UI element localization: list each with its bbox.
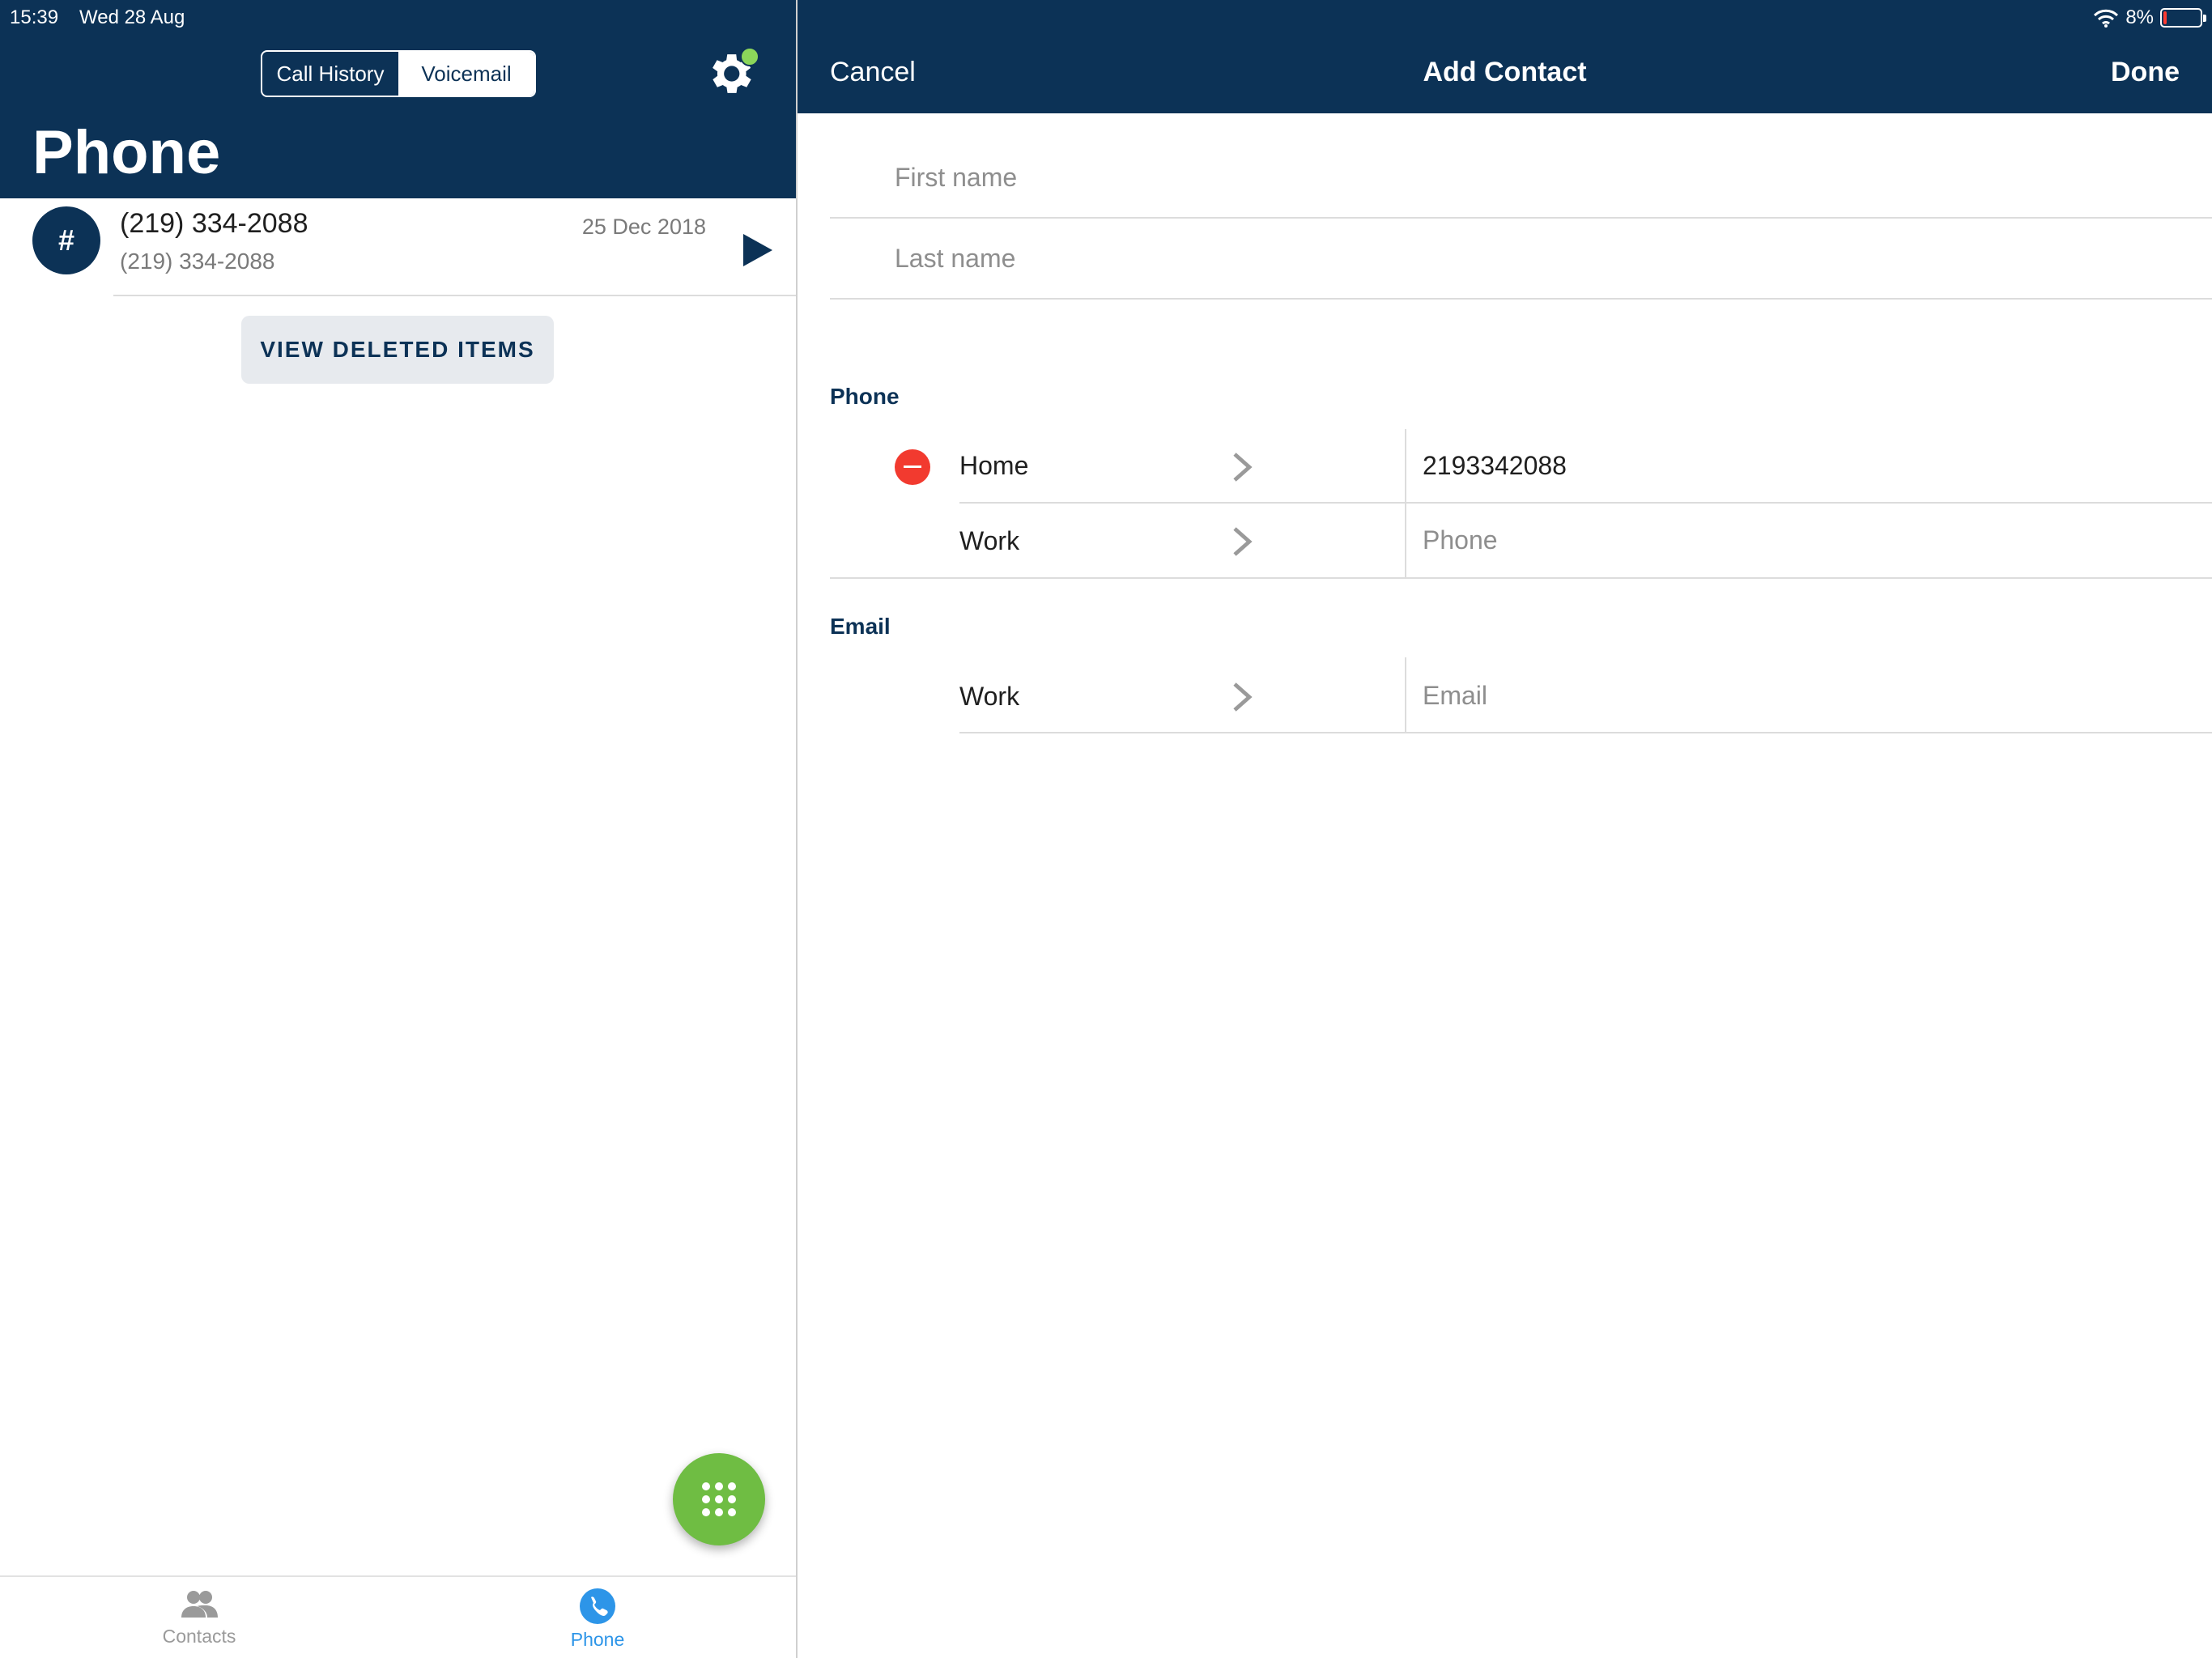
phone-label-home[interactable]: Home — [959, 451, 1028, 481]
first-name-row — [830, 138, 2212, 219]
call-type-segmented-control: Call History Voicemail — [261, 50, 536, 97]
tab-contacts[interactable]: Contacts — [0, 1577, 398, 1658]
tab-phone-label: Phone — [570, 1629, 625, 1650]
voicemail-list-item[interactable]: # (219) 334-2088 (219) 334-2088 25 Dec 2… — [0, 198, 797, 297]
voicemail-caller-subtitle: (219) 334-2088 — [120, 249, 275, 274]
phone-icon — [580, 1588, 615, 1624]
wifi-icon — [2094, 9, 2119, 28]
first-name-field[interactable] — [895, 138, 2109, 217]
phone-column-divider — [1405, 429, 1406, 578]
tab-contacts-label: Contacts — [162, 1626, 236, 1647]
dialpad-icon — [702, 1482, 736, 1516]
status-time: 15:39 — [10, 6, 59, 28]
battery-percentage: 8% — [2125, 6, 2154, 28]
add-contact-pane: Cancel Add Contact Done Phone Home Work … — [798, 0, 2212, 1658]
last-name-field[interactable] — [895, 219, 2109, 298]
tab-phone[interactable]: Phone — [398, 1577, 797, 1658]
row-divider — [113, 295, 797, 296]
notification-dot — [740, 47, 759, 66]
status-indicators: 8% — [2093, 3, 2206, 32]
work-phone-field[interactable] — [1423, 504, 2151, 576]
phone-pane: Call History Voicemail Phone # (219) 334… — [0, 0, 797, 1658]
voicemail-caller-number: (219) 334-2088 — [120, 208, 308, 239]
tab-bar: Contacts Phone — [0, 1575, 797, 1658]
email-section-label: Email — [830, 614, 891, 639]
phone-section-divider — [830, 577, 2212, 579]
view-deleted-items-button[interactable]: VIEW DELETED ITEMS — [241, 316, 554, 384]
home-phone-field[interactable] — [1423, 429, 2151, 502]
page-title: Phone — [32, 118, 221, 187]
email-column-divider — [1405, 657, 1406, 732]
last-name-row — [830, 219, 2212, 300]
email-row-divider — [959, 732, 2212, 733]
work-email-field[interactable] — [1423, 659, 2151, 732]
status-date: Wed 28 Aug — [79, 6, 185, 28]
play-icon[interactable] — [743, 234, 772, 266]
add-contact-nav-bar: Cancel Add Contact Done — [798, 0, 2212, 113]
voicemail-date: 25 Dec 2018 — [581, 215, 706, 239]
contacts-icon — [181, 1591, 218, 1618]
avatar: # — [32, 206, 100, 274]
voicemail-segment[interactable]: Voicemail — [398, 52, 534, 96]
dialpad-button[interactable] — [673, 1453, 765, 1545]
chevron-right-icon[interactable] — [1231, 681, 1254, 713]
email-label-work[interactable]: Work — [959, 682, 1019, 712]
phone-label-work[interactable]: Work — [959, 526, 1019, 556]
call-history-segment[interactable]: Call History — [262, 52, 398, 96]
battery-icon — [2160, 8, 2206, 28]
battery-level — [2163, 11, 2167, 24]
done-button[interactable]: Done — [2111, 57, 2180, 88]
chevron-right-icon[interactable] — [1231, 451, 1254, 483]
remove-phone-button[interactable] — [895, 449, 930, 485]
phone-section-label: Phone — [830, 384, 900, 409]
chevron-right-icon[interactable] — [1231, 525, 1254, 558]
add-contact-title: Add Contact — [1423, 57, 1587, 87]
